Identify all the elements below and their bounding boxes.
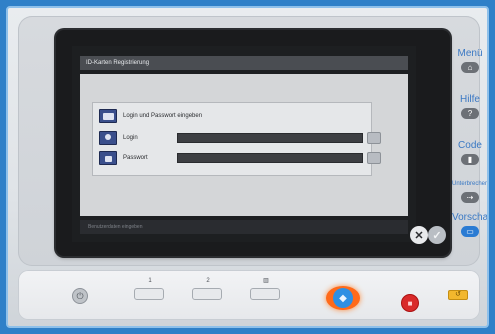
- register-key-1[interactable]: [134, 288, 164, 300]
- preview-icon: ▭: [461, 226, 479, 237]
- start-button[interactable]: ◆: [326, 286, 360, 310]
- start-icon: ◆: [333, 288, 353, 308]
- home-icon: ⌂: [461, 62, 479, 73]
- code-key[interactable]: Code ▮: [452, 140, 487, 165]
- password-row[interactable]: Passwort: [99, 151, 381, 165]
- help-label: Hilfe: [459, 94, 480, 105]
- lock-icon: [99, 151, 117, 165]
- status-text: Benutzerdaten eingeben: [88, 224, 143, 230]
- interrupt-key[interactable]: Unterbrechen ⇢: [452, 178, 489, 203]
- stop-button[interactable]: ■: [401, 294, 419, 312]
- password-input[interactable]: [177, 153, 363, 163]
- control-panel-lower: ⏻ 1 2 ▥ ◆ ■ ↺: [18, 270, 480, 320]
- id-card-icon: [99, 109, 117, 123]
- password-keyboard-button[interactable]: [367, 152, 381, 164]
- login-label: Login: [123, 135, 138, 141]
- interrupt-label: Unterbrechen: [452, 181, 489, 187]
- touchscreen-bezel: ID-Karten Registrierung Login und Passwo…: [56, 30, 450, 256]
- login-dialog: Login und Passwort eingeben Login Passwo…: [92, 102, 381, 176]
- power-button[interactable]: ⏻: [72, 288, 88, 304]
- code-icon: ▮: [461, 154, 479, 165]
- interrupt-icon: ⇢: [461, 192, 479, 203]
- register-key-2[interactable]: [192, 288, 222, 300]
- menu-label: Menü: [457, 48, 483, 59]
- key-tab-3: ▥: [263, 278, 269, 284]
- cancel-button[interactable]: ✕: [410, 226, 428, 244]
- menu-key[interactable]: Menü ⌂: [452, 48, 487, 73]
- reset-button[interactable]: ↺: [448, 290, 468, 300]
- preview-key[interactable]: Vorschau ▭: [452, 212, 489, 237]
- key-tab-2: 2: [206, 278, 210, 284]
- question-icon: ?: [461, 108, 479, 119]
- status-strip: Benutzerdaten eingeben: [80, 220, 408, 234]
- login-input[interactable]: [177, 133, 363, 143]
- login-keyboard-button[interactable]: [367, 132, 381, 144]
- prompt-text: Login und Passwort eingeben: [123, 113, 203, 119]
- ok-button[interactable]: ✓: [428, 226, 446, 244]
- password-label: Passwort: [123, 155, 148, 161]
- user-icon: [99, 131, 117, 145]
- photo-frame: ID-Karten Registrierung Login und Passwo…: [6, 6, 489, 328]
- preview-label: Vorschau: [452, 212, 489, 223]
- code-label: Code: [458, 140, 482, 151]
- prompt-row: Login und Passwort eingeben: [99, 109, 369, 123]
- register-key-3[interactable]: [250, 288, 280, 300]
- key-tab-1: 1: [148, 278, 152, 284]
- screen-title: ID-Karten Registrierung: [80, 56, 408, 70]
- side-menu: Menü ⌂ Hilfe ? Code ▮ Unterbrechen ⇢ Vor…: [452, 48, 489, 248]
- help-key[interactable]: Hilfe ?: [452, 94, 487, 119]
- control-panel-upper: ID-Karten Registrierung Login und Passwo…: [18, 16, 487, 266]
- login-row[interactable]: Login: [99, 131, 381, 145]
- touchscreen: ID-Karten Registrierung Login und Passwo…: [72, 46, 416, 242]
- screen-content: Login und Passwort eingeben Login Passwo…: [80, 74, 408, 216]
